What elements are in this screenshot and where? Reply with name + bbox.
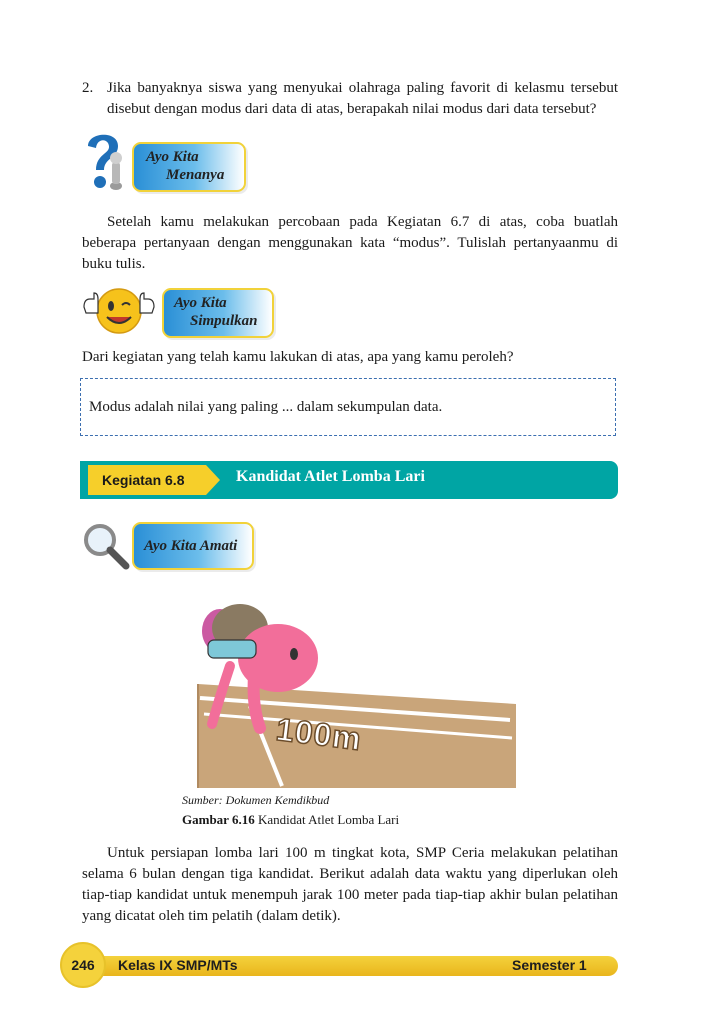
footer-book-title: Kelas IX SMP/MTs — [118, 957, 238, 973]
page-number: 246 — [60, 942, 106, 988]
question-text: Jika banyaknya siswa yang menyukai olahr… — [107, 80, 618, 117]
badge-line-2: Simpulkan — [190, 313, 258, 329]
conclusion-text: Modus adalah nilai yang paling ... dalam… — [89, 399, 443, 415]
question-mark-icon — [88, 134, 122, 190]
runner-illustration — [197, 604, 516, 788]
badge-line-1: Ayo Kita — [174, 295, 227, 311]
figure-caption-text: Kandidat Atlet Lomba Lari — [254, 812, 400, 827]
footer-semester: Semester 1 — [512, 957, 587, 973]
magnifier-icon — [84, 524, 130, 570]
figure-caption: Gambar 6.16 Kandidat Atlet Lomba Lari — [182, 812, 399, 828]
simpulkan-prompt: Dari kegiatan yang telah kamu lakukan di… — [82, 349, 514, 365]
question-number: 2. — [82, 80, 94, 96]
figure-source: Sumber: Dokumen Kemdikbud — [182, 793, 330, 807]
question-item: 2. Jika banyaknya siswa yang menyukai ol… — [82, 78, 618, 120]
ayo-kita-amati-badge: Ayo Kita Amati — [132, 522, 254, 570]
badge-line-2: Menanya — [166, 167, 225, 183]
smiley-thumbs-up-icon — [83, 288, 155, 334]
closing-paragraph: Untuk persiapan lomba lari 100 m tingkat… — [82, 845, 618, 924]
kegiatan-title: Kandidat Atlet Lomba Lari — [236, 468, 425, 485]
ayo-kita-menanya-badge: Ayo Kita Menanya — [132, 142, 246, 192]
ayo-kita-simpulkan-badge: Ayo Kita Simpulkan — [162, 288, 274, 338]
figure-caption-number: Gambar 6.16 — [182, 812, 255, 827]
kegiatan-number-tag: Kegiatan 6.8 — [88, 465, 220, 495]
badge-line-1: Ayo Kita — [146, 149, 199, 165]
menanya-paragraph: Setelah kamu melakukan percobaan pada Ke… — [82, 214, 618, 272]
conclusion-box: Modus adalah nilai yang paling ... dalam… — [80, 378, 616, 436]
badge-label: Ayo Kita Amati — [144, 538, 238, 554]
